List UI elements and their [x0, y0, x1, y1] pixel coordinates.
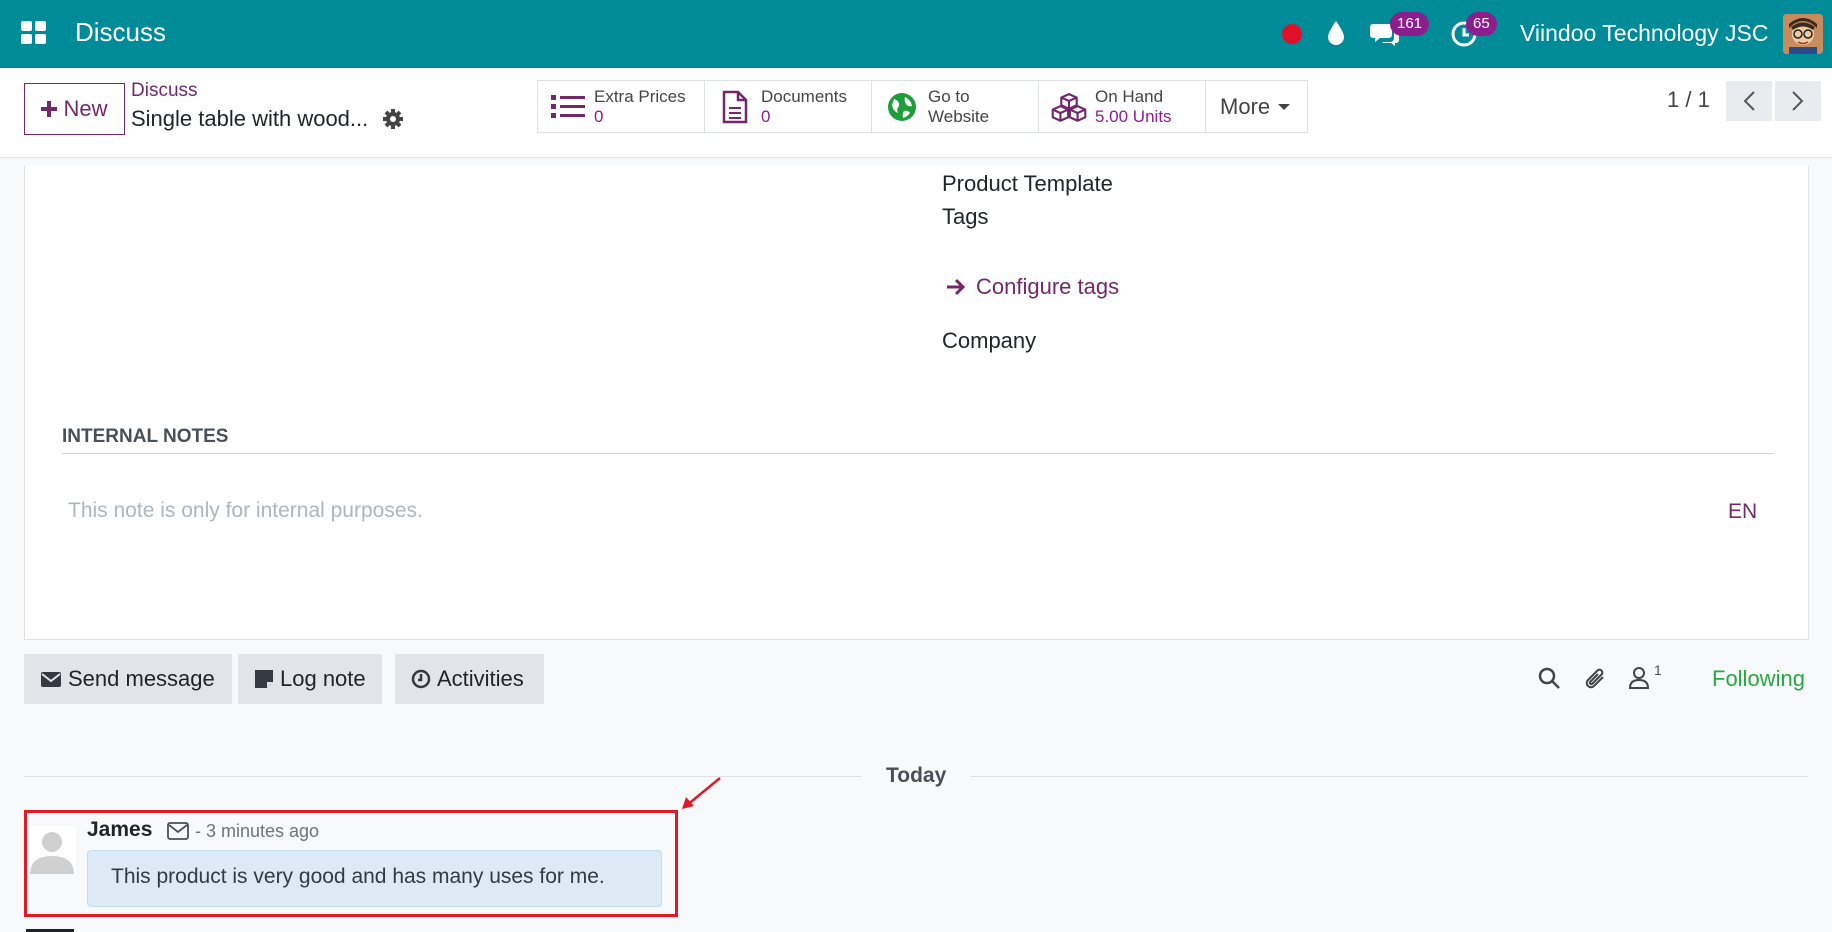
pager-value[interactable]: 1 / 1 [1667, 87, 1710, 113]
clock-icon [411, 669, 431, 689]
section-divider [62, 453, 1774, 454]
user-avatar[interactable] [1783, 14, 1823, 54]
internal-notes-title: INTERNAL NOTES [62, 426, 229, 447]
smart-label-2: Website [928, 106, 990, 126]
documents-button[interactable]: Documents 0 [705, 81, 872, 132]
document-icon [717, 90, 753, 124]
company-label: Company [942, 328, 1037, 353]
messages-badge: 161 [1390, 12, 1430, 36]
top-navbar: Discuss 161 65 Viindoo Technology JSC [0, 0, 1832, 68]
drop-icon[interactable] [1326, 20, 1346, 51]
smart-label: On Hand [1095, 86, 1164, 106]
caret-down-icon [1278, 103, 1291, 110]
breadcrumb[interactable]: Discuss [131, 80, 198, 102]
send-message-label: Send message [68, 666, 215, 691]
smart-label: Extra Prices [594, 86, 686, 106]
pager-next-button[interactable] [1775, 81, 1821, 121]
company-switcher[interactable]: Viindoo Technology JSC [1520, 20, 1769, 47]
followers-icon[interactable] [1628, 666, 1650, 695]
envelope-icon [167, 822, 189, 845]
date-separator: Today [886, 764, 947, 787]
recording-indicator-icon[interactable] [1282, 24, 1302, 44]
sticky-note-icon [255, 670, 273, 688]
message-body: This product is very good and has many u… [87, 850, 662, 907]
annotation-arrow-icon [682, 777, 721, 809]
activity-badge: 65 [1466, 12, 1497, 36]
smart-value: 0 [594, 106, 604, 126]
envelope-icon [41, 672, 61, 687]
plus-icon [41, 101, 58, 117]
on-hand-button[interactable]: On Hand 5.00 Units [1039, 81, 1206, 132]
extra-prices-button[interactable]: Extra Prices 0 [538, 81, 705, 132]
follower-count: 1 [1654, 662, 1662, 678]
app-title[interactable]: Discuss [75, 17, 166, 48]
arrow-right-icon [947, 278, 966, 296]
apps-menu-icon[interactable] [21, 21, 47, 45]
smart-buttons: Extra Prices 0 Documents 0 Go to Website… [537, 80, 1308, 133]
go-to-website-button[interactable]: Go to Website [872, 81, 1039, 132]
language-button[interactable]: EN [1728, 500, 1757, 524]
log-note-button[interactable]: Log note [238, 654, 382, 704]
search-icon[interactable] [1537, 666, 1561, 695]
smart-label: Documents [761, 86, 847, 106]
activities-label: Activities [437, 666, 524, 691]
gear-icon[interactable] [382, 108, 404, 135]
smart-value: 0 [761, 106, 771, 126]
form-sheet: Product Template Tags Configure tags Com… [24, 166, 1809, 640]
send-message-button[interactable]: Send message [24, 654, 232, 704]
cubes-icon [1051, 90, 1087, 124]
following-button[interactable]: Following [1712, 666, 1805, 692]
date-separator-line [970, 776, 1808, 777]
chevron-left-icon [1743, 91, 1755, 111]
list-icon [550, 93, 586, 121]
tags-label: Tags [942, 204, 989, 229]
activities-button[interactable]: Activities [395, 654, 544, 704]
globe-icon [884, 92, 920, 122]
configure-tags-link[interactable]: Configure tags [946, 274, 1119, 300]
configure-tags-label: Configure tags [976, 274, 1120, 299]
new-button-label: New [63, 96, 108, 121]
date-separator-line [24, 776, 862, 777]
smart-label: Go to [928, 86, 970, 106]
control-panel: New Discuss Single table with wood... Ex… [0, 68, 1832, 158]
record-name: Single table with wood... [131, 106, 369, 131]
message-author[interactable]: James [87, 818, 152, 842]
pager-previous-button[interactable] [1726, 81, 1772, 121]
smart-value: 5.00 Units [1095, 106, 1172, 126]
new-button[interactable]: New [24, 83, 125, 135]
log-note-label: Log note [280, 666, 366, 691]
more-button[interactable]: More [1206, 81, 1307, 132]
author-avatar[interactable] [28, 826, 76, 874]
message-time: - 3 minutes ago [195, 821, 320, 841]
internal-note-field[interactable]: This note is only for internal purposes. [68, 499, 423, 523]
more-label: More [1220, 93, 1271, 119]
product-template-label: Product Template [942, 171, 1113, 196]
paperclip-icon[interactable] [1584, 666, 1608, 697]
chevron-right-icon [1792, 91, 1804, 111]
